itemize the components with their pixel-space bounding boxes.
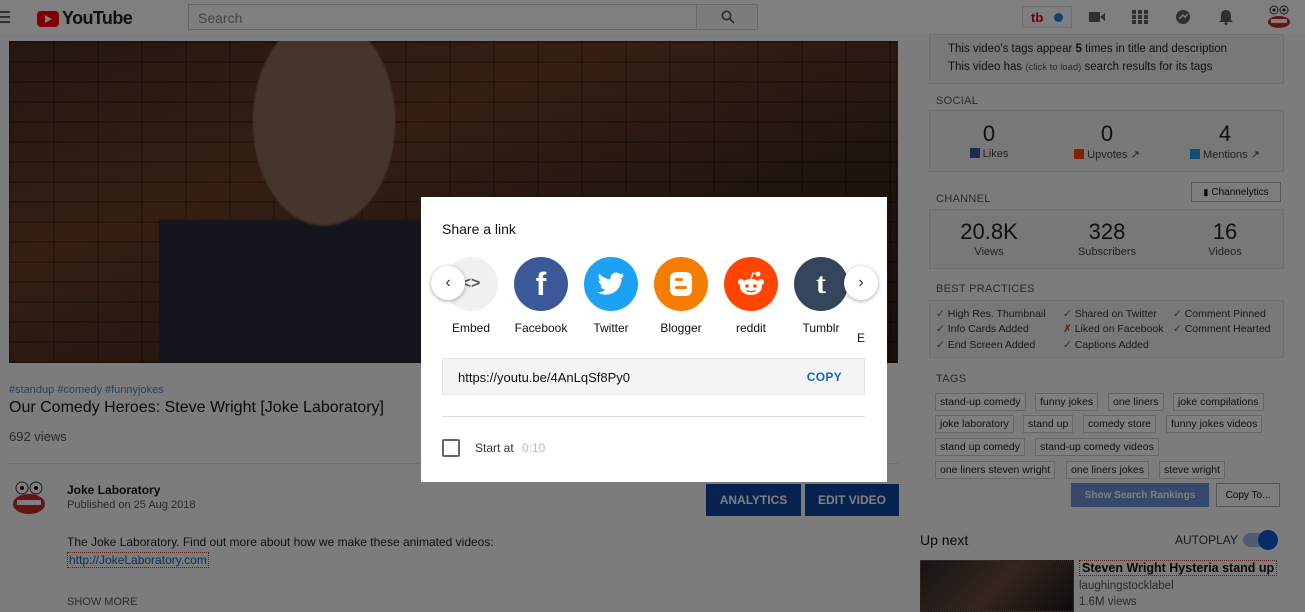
share-reddit[interactable]: reddit xyxy=(716,257,786,335)
start-at-checkbox[interactable] xyxy=(442,439,460,457)
share-url[interactable]: https://youtu.be/4AnLqSf8Py0 xyxy=(458,370,630,385)
share-reddit-label: reddit xyxy=(735,321,767,335)
share-url-field[interactable]: https://youtu.be/4AnLqSf8Py0 COPY xyxy=(442,358,865,395)
share-next-button[interactable]: › xyxy=(844,266,878,300)
reddit-icon xyxy=(724,257,778,311)
chevron-left-icon: ‹ xyxy=(445,274,451,291)
copy-button[interactable]: COPY xyxy=(807,370,842,384)
share-twitter-label: Twitter xyxy=(593,321,629,335)
start-at-label: Start at xyxy=(475,441,514,455)
share-blogger[interactable]: Blogger xyxy=(646,257,716,335)
share-dialog: Share a link <> Embed f Facebook Twitter… xyxy=(421,197,887,482)
share-blogger-label: Blogger xyxy=(660,321,702,335)
share-email-label: E xyxy=(857,331,866,345)
share-prev-button[interactable]: ‹ xyxy=(431,266,465,300)
share-facebook[interactable]: f Facebook xyxy=(506,257,576,335)
blogger-icon xyxy=(654,257,708,311)
share-embed-label: Embed xyxy=(451,321,491,335)
start-at-time-input[interactable]: 0:10 xyxy=(522,441,545,455)
share-facebook-label: Facebook xyxy=(514,321,568,335)
share-dialog-title: Share a link xyxy=(442,221,516,237)
dialog-divider xyxy=(442,416,865,417)
facebook-icon: f xyxy=(514,257,568,311)
twitter-icon xyxy=(584,257,638,311)
chevron-right-icon: › xyxy=(858,274,864,291)
share-twitter[interactable]: Twitter xyxy=(576,257,646,335)
